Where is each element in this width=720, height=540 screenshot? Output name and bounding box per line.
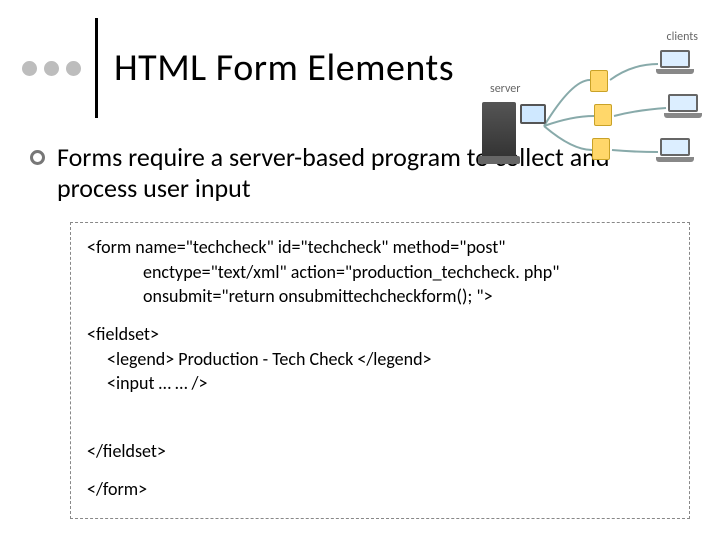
client-server-diagram: server clients xyxy=(472,30,702,170)
server-icon xyxy=(482,102,516,158)
code-form-open: <form name="techcheck" id="techcheck" me… xyxy=(87,235,673,308)
server-label: server xyxy=(490,82,520,96)
bullet-circle-icon xyxy=(30,150,45,165)
code-example-box: <form name="techcheck" id="techcheck" me… xyxy=(70,222,690,518)
document-icon xyxy=(594,104,612,126)
monitor-icon xyxy=(520,104,546,124)
code-line: </fieldset> xyxy=(87,440,166,462)
laptop-icon xyxy=(656,50,694,74)
title-divider xyxy=(95,18,98,118)
laptop-icon xyxy=(664,94,702,118)
code-line: onsubmit="return onsubmittechcheckform()… xyxy=(87,284,673,308)
document-icon xyxy=(590,70,608,92)
dot-icon xyxy=(22,61,37,76)
slide-title: HTML Form Elements xyxy=(114,45,454,91)
code-line: </form> xyxy=(87,478,147,500)
code-line: <form name="techcheck" id="techcheck" me… xyxy=(87,236,505,258)
code-fieldset-block: <fieldset> <legend> Production - Tech Ch… xyxy=(87,322,673,395)
dot-icon xyxy=(44,61,59,76)
dot-icon xyxy=(66,61,81,76)
code-line: <legend> Production - Tech Check </legen… xyxy=(87,347,673,371)
code-line: enctype="text/xml" action="production_te… xyxy=(87,260,673,284)
laptop-icon xyxy=(656,138,694,162)
code-line: <input … … /> xyxy=(87,371,673,395)
slide-body: Forms require a server-based program to … xyxy=(0,118,720,519)
decorative-dots xyxy=(22,61,81,76)
clients-label: clients xyxy=(667,30,698,44)
code-form-close: </form> xyxy=(87,477,673,501)
code-fieldset-close: </fieldset> xyxy=(87,439,673,463)
document-icon xyxy=(592,138,610,160)
code-line: <fieldset> xyxy=(87,323,159,345)
